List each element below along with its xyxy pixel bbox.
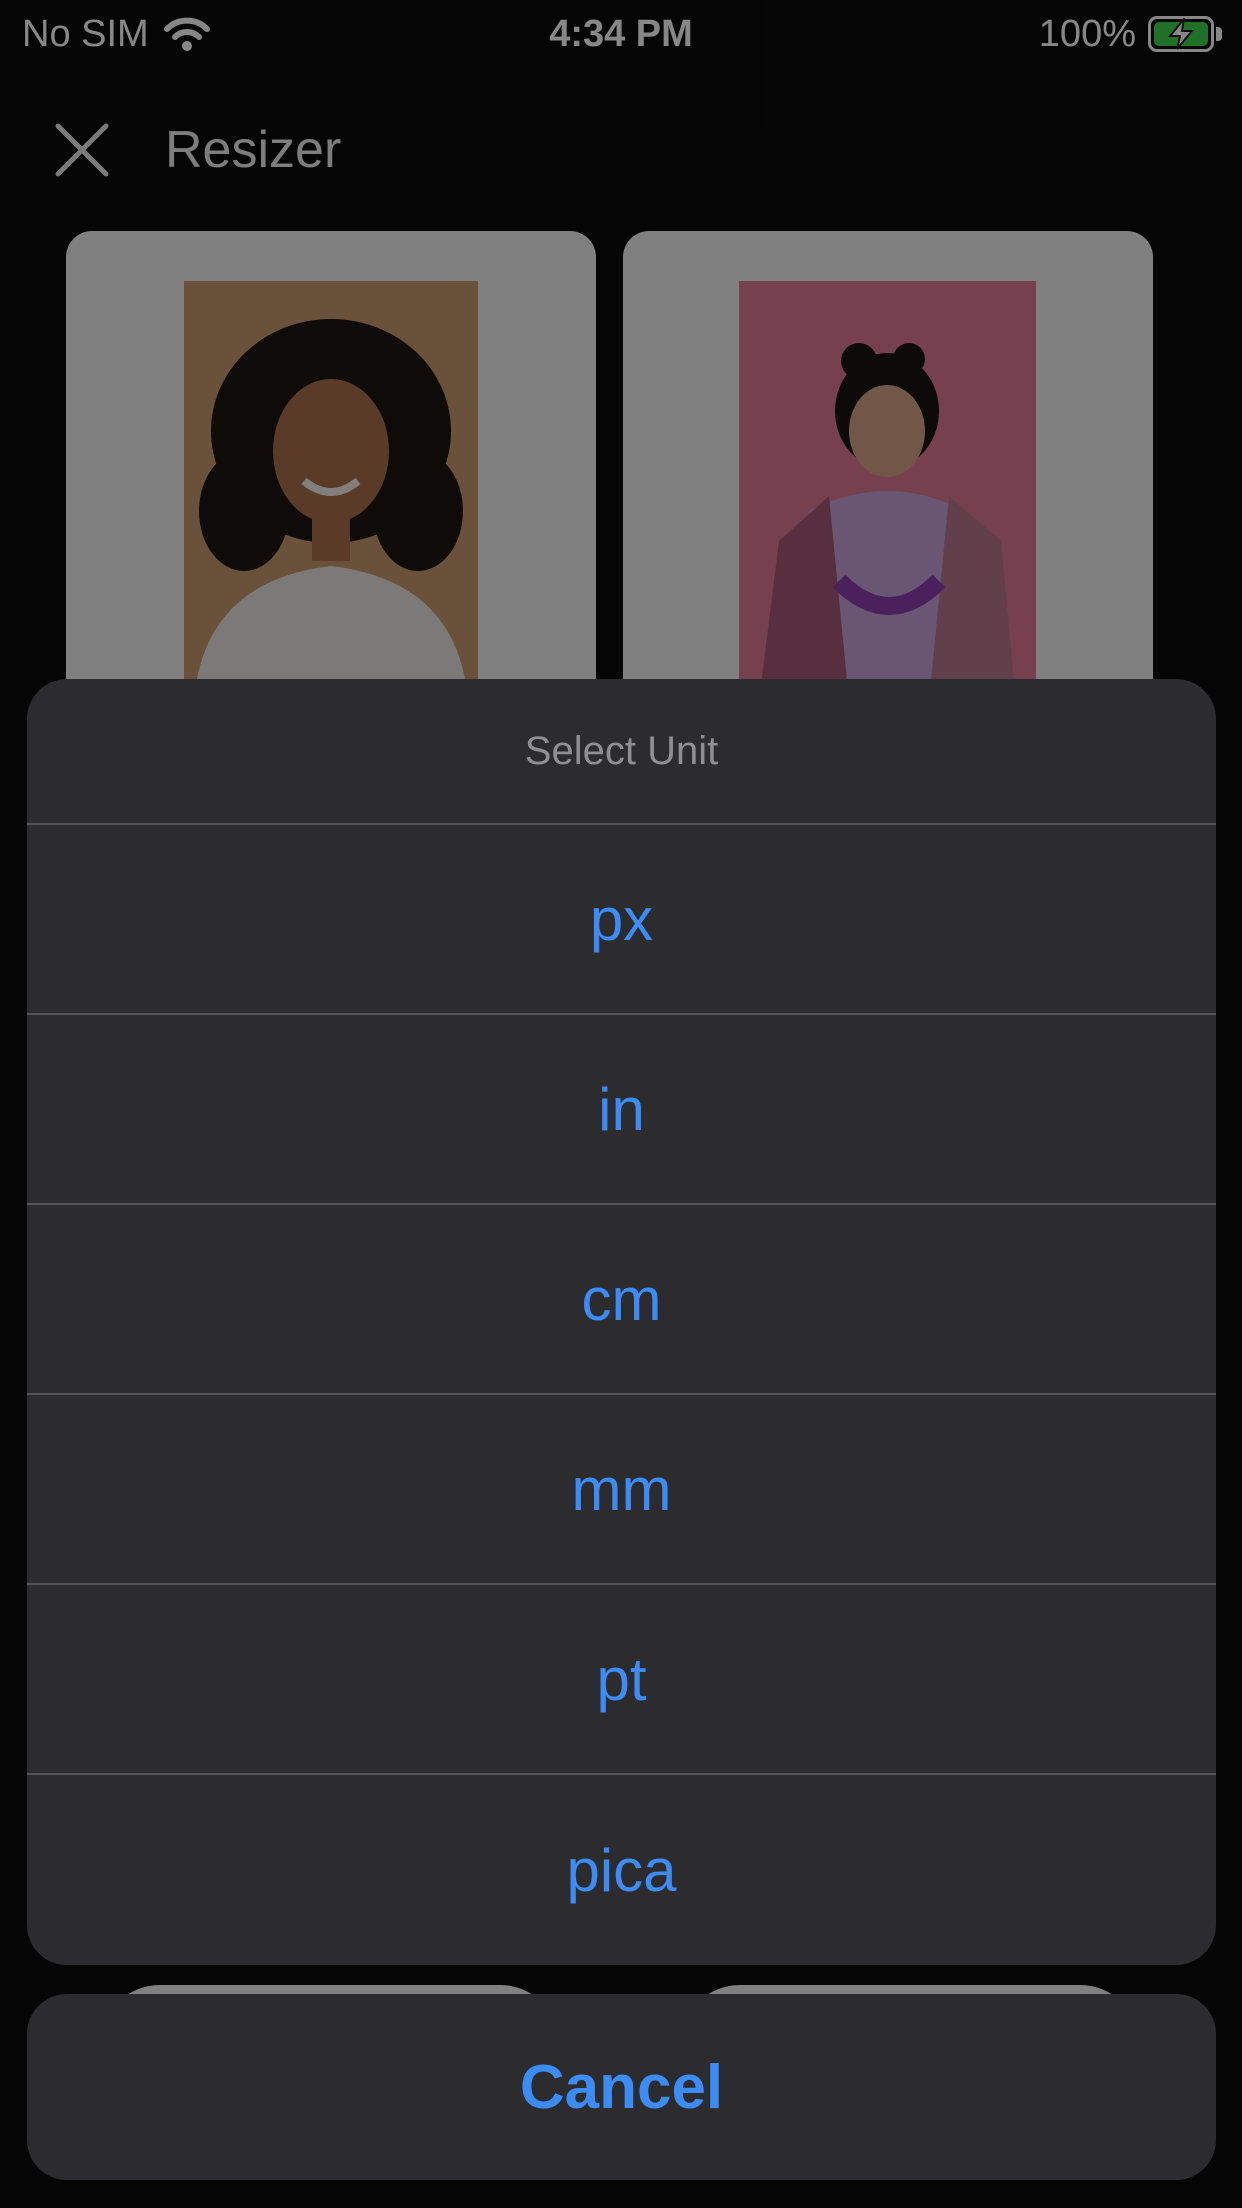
unit-option-mm[interactable]: mm xyxy=(27,1395,1216,1585)
unit-option-pt[interactable]: pt xyxy=(27,1585,1216,1775)
unit-option-in[interactable]: in xyxy=(27,1015,1216,1205)
sheet-title: Select Unit xyxy=(27,679,1216,825)
unit-action-sheet: Select Unit px in cm mm pt pica xyxy=(27,679,1216,1965)
screen: No SIM 4:34 PM 100% Resizer Select Unit … xyxy=(0,0,1242,2208)
unit-option-cm[interactable]: cm xyxy=(27,1205,1216,1395)
unit-option-pica[interactable]: pica xyxy=(27,1775,1216,1965)
cancel-button[interactable]: Cancel xyxy=(27,1994,1216,2180)
unit-option-px[interactable]: px xyxy=(27,825,1216,1015)
